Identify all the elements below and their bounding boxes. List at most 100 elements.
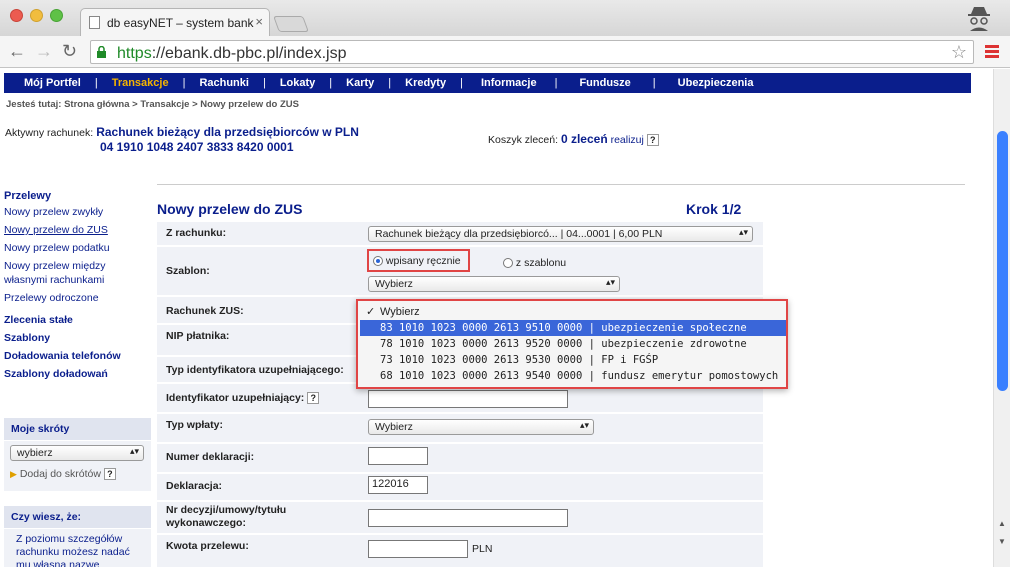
order-cart: Koszyk zleceń: 0 zleceń realizuj ? (488, 132, 659, 147)
sidebar-link-przelew-zwykly[interactable]: Nowy przelew zwykły (4, 205, 150, 219)
sidebar-link-przelewy-odroczone[interactable]: Przelewy odroczone (4, 291, 150, 305)
supplementary-id-help-button[interactable]: ? (307, 392, 320, 405)
window-maximize-button[interactable] (50, 9, 63, 22)
template-select[interactable]: Wybierz ▴▾ (368, 276, 620, 292)
form-title: Nowy przelew do ZUS (157, 201, 303, 217)
reload-icon[interactable]: ↻ (62, 42, 77, 60)
form-step: Krok 1/2 (686, 201, 742, 217)
browser-titlebar: db easyNET – system bank × (0, 0, 1010, 36)
dropdown-option[interactable]: 78 1010 1023 0000 2613 9520 0000 | ubezp… (360, 336, 786, 352)
row-amount: Kwota przelewu: PLN (157, 535, 763, 567)
nav-item-fundusze[interactable]: Fundusze (557, 77, 652, 89)
sidebar-section-doladowania[interactable]: Doładowania telefonów (4, 347, 150, 365)
main-navigation: Mój Portfel | Transakcje | Rachunki | Lokat… (4, 73, 971, 93)
page-scrollbar[interactable]: ▲ ▼ (993, 69, 1010, 567)
payment-type-select[interactable]: Wybierz ▴▾ (368, 419, 594, 435)
sidebar-section-szablony[interactable]: Szablony (4, 329, 150, 347)
declaration-number-label: Numer deklaracji: (166, 451, 255, 463)
from-account-select[interactable]: Rachunek bieżący dla przedsiębiorcó... |… (368, 226, 753, 242)
dropdown-option[interactable]: ✓ Wybierz (360, 304, 786, 320)
nav-item-moj-portfel[interactable]: Mój Portfel (4, 77, 95, 89)
decision-number-input[interactable] (368, 509, 568, 527)
radio-manual[interactable]: wpisany ręcznie (373, 255, 461, 267)
incognito-icon (968, 7, 990, 31)
id-type-label: Typ identyfikatora uzupełniającego: (166, 364, 344, 376)
shortcuts-header: Moje skróty (4, 418, 151, 440)
select-arrows-icon: ▴▾ (605, 277, 615, 287)
back-arrow-icon[interactable]: ← (8, 42, 26, 60)
nip-label: NIP płatnika: (166, 330, 230, 342)
tip-header: Czy wiesz, że: (4, 506, 151, 528)
active-account-label: Aktywny rachunek: (5, 127, 94, 139)
radio-manual-circle[interactable] (373, 256, 383, 267)
add-shortcut-help-button[interactable]: ? (103, 468, 116, 481)
declaration-number-input[interactable] (368, 447, 428, 465)
supplementary-id-label: Identyfikator uzupełniający: ? (166, 392, 320, 405)
cart-execute-link[interactable]: realizuj (611, 134, 644, 146)
declaration-label: Deklaracja: (166, 480, 223, 492)
nav-item-kredyty[interactable]: Kredyty (391, 77, 460, 89)
browser-menu-icon[interactable] (985, 45, 999, 59)
tip-box: Z poziomu szczegółów rachunku możesz nad… (4, 529, 151, 567)
address-bar[interactable]: https://ebank.db-pbc.pl/index.jsp ☆ (90, 40, 974, 64)
row-declaration-number: Numer deklaracji: (157, 444, 763, 472)
sidebar-section-szablony-doladowan[interactable]: Szablony doładowań (4, 365, 150, 383)
declaration-input[interactable]: 122016 (368, 476, 428, 494)
sidebar-link-przelew-zus[interactable]: Nowy przelew do ZUS (4, 223, 150, 237)
nav-item-karty[interactable]: Karty (332, 77, 388, 89)
nav-item-informacje[interactable]: Informacje (463, 77, 555, 89)
page-favicon-icon (89, 16, 100, 29)
radio-template[interactable]: z szablonu (503, 257, 566, 269)
window-minimize-button[interactable] (30, 9, 43, 22)
nav-item-transakcje[interactable]: Transakcje (98, 77, 183, 89)
payment-type-label: Typ wpłaty: (166, 419, 223, 431)
select-arrows-icon: ▴▾ (738, 227, 748, 237)
active-account: Aktywny rachunek: Rachunek bieżący dla p… (5, 125, 359, 154)
amount-label: Kwota przelewu: (166, 540, 249, 552)
select-arrows-icon: ▴▾ (129, 446, 139, 456)
sidebar-link-przelew-wlasne[interactable]: Nowy przelew między własnymi rachunkami (4, 259, 150, 287)
cart-label: Koszyk zleceń: (488, 134, 559, 146)
bookmark-star-icon[interactable]: ☆ (951, 42, 967, 63)
forward-arrow-icon[interactable]: → (35, 42, 53, 60)
browser-toolbar: ← → ↻ https://ebank.db-pbc.pl/index.jsp … (0, 36, 1010, 68)
row-from-account: Z rachunku: Rachunek bieżący dla przedsi… (157, 222, 763, 245)
nav-item-ubezpieczenia[interactable]: Ubezpieczenia (656, 77, 776, 89)
page-content: Mój Portfel | Transakcje | Rachunki | Lokat… (0, 69, 993, 567)
sidebar-link-przelew-podatku[interactable]: Nowy przelew podatku (4, 241, 150, 255)
scroll-down-icon[interactable]: ▼ (998, 537, 1006, 546)
sidebar-header-przelewy[interactable]: Przelewy (4, 187, 150, 205)
shortcuts-select[interactable]: wybierz ▴▾ (10, 445, 144, 461)
shortcuts-box: wybierz ▴▾ ▶ Dodaj do skrótów ? (4, 441, 151, 491)
divider (157, 184, 965, 185)
amount-input[interactable] (368, 540, 468, 558)
browser-tab[interactable]: db easyNET – system bank × (80, 8, 270, 36)
nav-item-rachunki[interactable]: Rachunki (185, 77, 263, 89)
zus-account-label: Rachunek ZUS: (166, 305, 244, 317)
url-text: https://ebank.db-pbc.pl/index.jsp (117, 45, 347, 62)
new-tab-button[interactable] (273, 16, 309, 32)
dropdown-option[interactable]: 73 1010 1023 0000 2613 9530 0000 | FP i … (360, 352, 786, 368)
add-shortcut-link[interactable]: Dodaj do skrótów (20, 468, 101, 480)
row-payment-type: Typ wpłaty: Wybierz ▴▾ (157, 414, 763, 442)
dropdown-option[interactable]: 68 1010 1023 0000 2613 9540 0000 | fundu… (360, 368, 786, 384)
scrollbar-thumb[interactable] (997, 131, 1008, 391)
cart-help-button[interactable]: ? (646, 134, 659, 147)
nav-item-lokaty[interactable]: Lokaty (266, 77, 329, 89)
select-arrows-icon: ▴▾ (579, 420, 589, 430)
tab-title: db easyNET – system bank (107, 16, 254, 30)
tab-close-icon[interactable]: × (255, 14, 263, 29)
zus-account-dropdown: ✓ Wybierz 83 1010 1023 0000 2613 9510 000… (356, 299, 788, 389)
window-close-button[interactable] (10, 9, 23, 22)
cart-count: 0 zleceń (560, 132, 608, 146)
supplementary-id-input[interactable] (368, 390, 568, 408)
active-account-number: 04 1910 1048 2407 3833 8420 0001 (100, 140, 294, 154)
scroll-up-icon[interactable]: ▲ (998, 519, 1006, 528)
from-account-label: Z rachunku: (166, 227, 227, 239)
radio-template-circle[interactable] (503, 258, 513, 269)
sidebar-section-zlecenia-stale[interactable]: Zlecenia stałe (4, 311, 150, 329)
template-label: Szablon: (166, 265, 210, 277)
row-declaration: Deklaracja: 122016 (157, 474, 763, 500)
sidebar: Przelewy Nowy przelew zwykły Nowy przele… (4, 187, 150, 383)
dropdown-option[interactable]: 83 1010 1023 0000 2613 9510 0000 | ubezp… (360, 320, 786, 336)
